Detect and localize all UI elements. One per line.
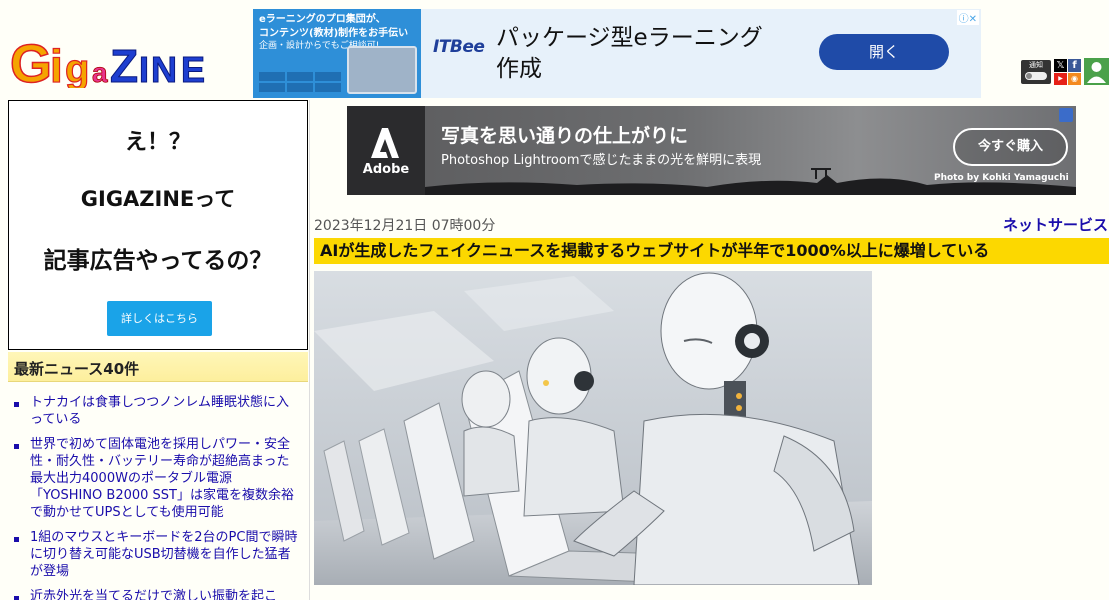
news-list-item: 1組のマウスとキーボードを2台のPC間で瞬時に切り替え可能なUSB切替機を自作し… xyxy=(8,529,308,580)
ad-info-icon[interactable] xyxy=(1059,108,1073,122)
adobe-logo: Adobe xyxy=(347,106,425,195)
article-title[interactable]: AIが生成したフェイクニュースを掲載するウェブサイトが半年で1000%以上に爆増… xyxy=(314,238,1109,264)
article-date: 2023年12月21日 07時00分 xyxy=(314,218,496,234)
header-icon-group: 通知 𝕏 f ▶ ◉ xyxy=(1021,58,1109,86)
promo-line-3: 記事広告やってるの？ xyxy=(43,248,273,274)
rss-icon[interactable]: ◉ xyxy=(1068,73,1081,85)
top-ad-headline-line2: 作成 xyxy=(496,56,542,82)
logo-graphic: G i g a Z I N E xyxy=(10,33,206,88)
top-ad-left-line2: コンテンツ(教材)制作をお手伝い xyxy=(259,27,409,39)
logo-letter-i: i xyxy=(50,40,63,88)
top-ad-open-button[interactable]: 開く xyxy=(819,34,949,70)
article-hero-image xyxy=(314,271,872,585)
notification-toggle[interactable]: 通知 xyxy=(1021,60,1051,84)
logo-letter-i2: I xyxy=(139,49,149,88)
adobe-a-icon xyxy=(371,128,399,158)
logo-letter-z: Z xyxy=(110,40,138,88)
adobe-banner-ad[interactable]: Adobe 写真を思い通りの仕上がりに Photoshop Lightroomで… xyxy=(347,106,1076,195)
adobe-ad-headline: 写真を思い通りの仕上がりに xyxy=(441,125,689,147)
notification-switch-icon xyxy=(1025,72,1047,80)
latest-news-list: トナカイは食事しつつノンレム睡眠状態に入っている 世界で初めて固体電池を採用しパ… xyxy=(8,386,308,600)
promo-line-1: え！？ xyxy=(124,130,191,155)
top-ad-left-panel: eラーニングのプロ集団が、 コンテンツ(教材)制作をお手伝い 企画・設計からでも… xyxy=(253,9,421,98)
news-list-item: 近赤外光を当てるだけで激しい振動を起こ xyxy=(8,588,308,600)
top-ad-headline: パッケージ型eラーニング 作成 xyxy=(496,23,763,85)
news-link-1[interactable]: トナカイは食事しつつノンレム睡眠状態に入っている xyxy=(30,395,289,427)
sponsored-article-promo[interactable]: え！？ GIGAZINEって 記事広告やってるの？ 詳しくはこちら xyxy=(8,100,308,350)
promo-line-2: GIGAZINEって xyxy=(80,187,236,211)
top-ad-left-line1: eラーニングのプロ集団が、 xyxy=(259,14,386,25)
laptop-illustration xyxy=(347,46,417,94)
adobe-ad-subline: Photoshop Lightroomで感じたままの光を鮮明に表現 xyxy=(441,153,762,168)
news-list-item: トナカイは食事しつつノンレム睡眠状態に入っている xyxy=(8,394,308,428)
adobe-buy-button[interactable]: 今すぐ購入 xyxy=(953,128,1068,166)
latest-news-title: 最新ニュース40件 xyxy=(14,360,140,378)
logo-letter-g2: g xyxy=(65,47,89,88)
notification-label: 通知 xyxy=(1029,61,1043,69)
news-link-3[interactable]: 1組のマウスとキーボードを2台のPC間で瞬時に切り替え可能なUSB切替機を自作し… xyxy=(30,530,297,579)
adchoices-icon[interactable]: ⓘ✕ xyxy=(956,10,979,25)
user-account-icon[interactable] xyxy=(1084,58,1109,85)
facebook-icon[interactable]: f xyxy=(1068,59,1081,72)
latest-news-header: 最新ニュース40件 xyxy=(8,352,308,382)
top-ad-headline-line1: パッケージ型eラーニング xyxy=(496,25,763,51)
itbee-logo: ITBee xyxy=(433,37,485,57)
news-link-4[interactable]: 近赤外光を当てるだけで激しい振動を起こ xyxy=(30,589,277,600)
news-link-2[interactable]: 世界で初めて固体電池を採用しパワー・安全性・耐久性・バッテリー寿命が超絶高まった… xyxy=(30,437,294,520)
logo-letter-g: G xyxy=(10,34,52,88)
article-category-link[interactable]: ネットサービス xyxy=(1003,214,1108,235)
column-divider xyxy=(309,100,310,600)
news-list-item: 世界で初めて固体電池を採用しパワー・安全性・耐久性・バッテリー寿命が超絶高まった… xyxy=(8,436,308,521)
youtube-icon[interactable]: ▶ xyxy=(1054,73,1067,85)
adobe-wordmark: Adobe xyxy=(362,162,410,177)
top-banner-ad[interactable]: eラーニングのプロ集団が、 コンテンツ(教材)制作をお手伝い 企画・設計からでも… xyxy=(253,9,981,98)
promo-details-button[interactable]: 詳しくはこちら xyxy=(107,301,212,336)
logo-letter-e: E xyxy=(181,49,205,88)
top-ad-feature-chips xyxy=(259,72,343,92)
user-silhouette-icon xyxy=(1087,62,1106,83)
adobe-photo-credit: Photo by Kohki Yamaguchi xyxy=(934,173,1069,183)
top-ad-right-panel: ITBee パッケージ型eラーニング 作成 開く xyxy=(421,9,981,98)
logo-letter-n: N xyxy=(151,49,177,88)
gigazine-logo[interactable]: G i g a Z I N E xyxy=(10,30,215,88)
x-twitter-icon[interactable]: 𝕏 xyxy=(1054,59,1067,72)
robots-at-laptops-illustration xyxy=(314,271,872,585)
logo-letter-a: a xyxy=(92,57,108,88)
